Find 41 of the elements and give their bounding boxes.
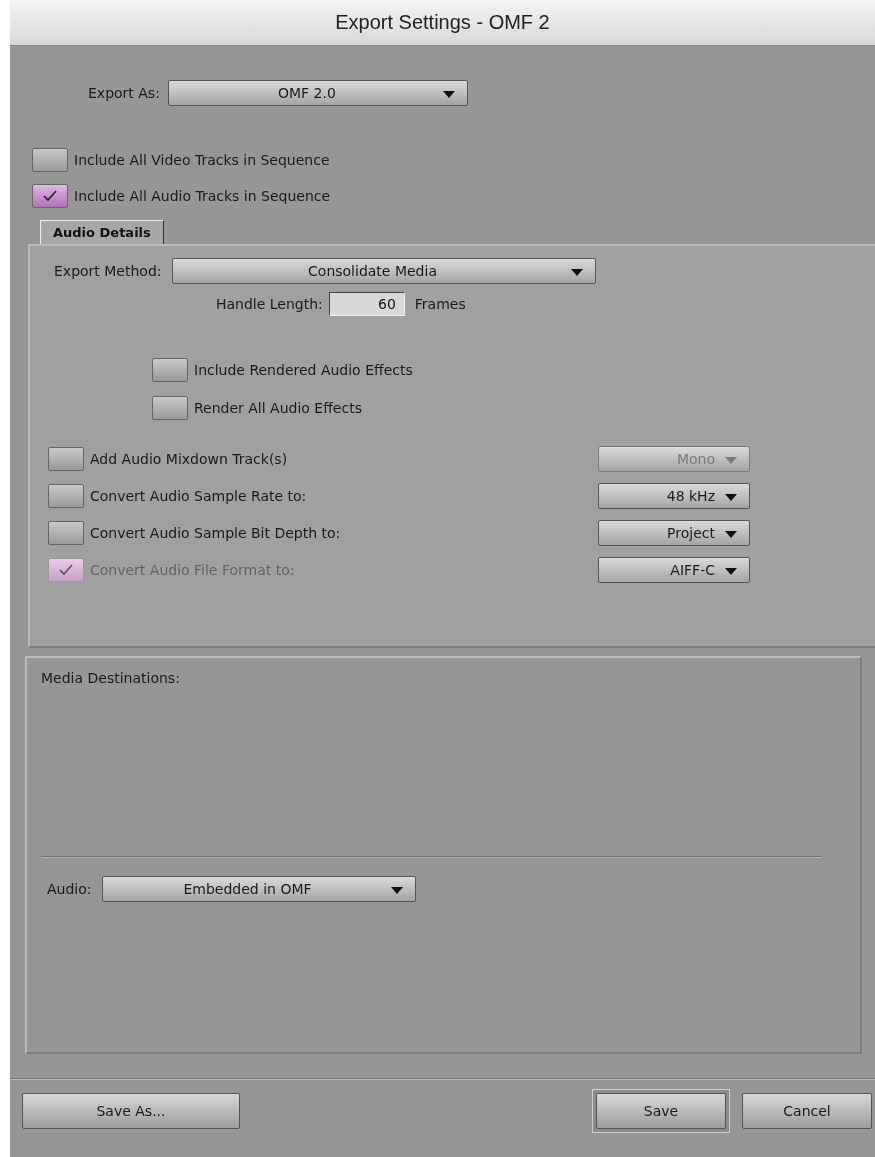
check-icon: [40, 189, 60, 203]
caret-icon: [442, 91, 455, 98]
window-title: Export Settings - OMF 2: [335, 11, 550, 34]
audio-label: Audio:: [47, 881, 92, 897]
caret-icon: [725, 531, 737, 538]
export-as-label: Export As:: [88, 85, 160, 101]
checkbox[interactable]: [32, 184, 68, 208]
caret-icon: [390, 887, 403, 894]
checkbox-label: Convert Audio File Format to:: [90, 562, 296, 578]
dialog-button[interactable]: Cancel: [742, 1092, 872, 1129]
checkbox[interactable]: [48, 447, 84, 471]
caret-icon: [570, 269, 583, 276]
caret-icon: [725, 494, 737, 501]
unit-label: Frames: [414, 296, 466, 312]
tab[interactable]: Audio Details: [40, 220, 164, 244]
checkbox-label: Include All Video Tracks in Sequence: [74, 152, 330, 168]
audio-dropdown[interactable]: Embedded in OMF: [101, 876, 416, 902]
checkbox-label: Include Rendered Audio Effects: [194, 362, 413, 378]
dialog-button[interactable]: Save As...: [22, 1092, 240, 1129]
dropdown[interactable]: Project: [598, 520, 750, 546]
caret-icon: [725, 457, 737, 464]
export-as-dropdown[interactable]: OMF 2.0: [167, 80, 468, 106]
checkbox-label: Add Audio Mixdown Track(s): [90, 451, 289, 467]
checkbox-label: Include All Audio Tracks in Sequence: [74, 188, 331, 204]
handle-length-field[interactable]: 60: [328, 292, 405, 316]
handle-length-label: Handle Length:: [216, 296, 323, 312]
checkbox[interactable]: [152, 396, 188, 420]
caret-icon: [725, 568, 737, 575]
export-method-label: Export Method:: [54, 263, 162, 279]
checkbox[interactable]: [152, 358, 188, 382]
checkbox[interactable]: [48, 521, 84, 545]
checkbox[interactable]: [32, 148, 68, 172]
save-button[interactable]: Save: [596, 1092, 726, 1129]
media-destinations-label: Media Destinations:: [41, 670, 181, 686]
check-icon: [56, 563, 76, 577]
checkbox-label: Convert Audio Sample Bit Depth to:: [90, 525, 342, 541]
checkbox-label: Convert Audio Sample Rate to:: [90, 488, 308, 504]
dropdown[interactable]: 48 kHz: [598, 483, 750, 509]
checkbox-label: Render All Audio Effects: [194, 400, 362, 416]
export-method-dropdown[interactable]: Consolidate Media: [171, 258, 596, 284]
checkbox[interactable]: [48, 484, 84, 508]
